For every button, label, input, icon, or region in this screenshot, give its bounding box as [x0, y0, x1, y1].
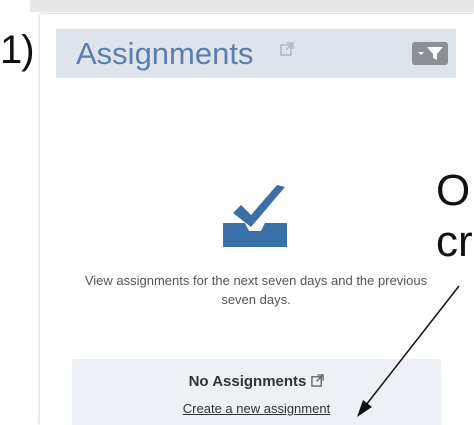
filter-icon: [418, 47, 443, 60]
background-strip: [30, 0, 474, 12]
inbox-check-icon: [223, 183, 287, 252]
widget-header: Assignments: [56, 29, 456, 78]
no-assignments-label: No Assignments: [72, 373, 441, 391]
widget-footer: No Assignments Create a new assignment: [72, 359, 441, 425]
filter-button[interactable]: [412, 42, 448, 65]
widget-title[interactable]: Assignments: [76, 37, 253, 71]
step-label: 1): [0, 28, 35, 72]
external-link-icon[interactable]: [311, 374, 325, 391]
annotation-text-line1: O: [436, 166, 471, 215]
annotation-text-line2: cr: [436, 217, 473, 266]
empty-state-description: View assignments for the next seven days…: [84, 273, 428, 307]
external-link-icon[interactable]: [280, 42, 294, 61]
create-assignment-link[interactable]: Create a new assignment: [72, 401, 441, 416]
no-assignments-text[interactable]: No Assignments: [189, 373, 307, 390]
